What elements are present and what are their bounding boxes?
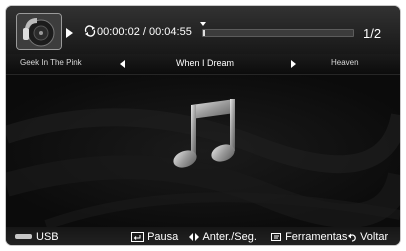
status-bar: USB Pausa Anter./Seg. Ferramentas Voltar (6, 227, 400, 245)
playback-bar: 00:00:02 / 00:04:55 1/2 (6, 6, 400, 54)
prev-next-label: Anter./Seg. (202, 231, 257, 243)
tools-icon (271, 233, 281, 242)
artwork-area (6, 75, 400, 227)
previous-track[interactable]: Geek In The Pink (20, 58, 82, 68)
previous-arrow-icon[interactable] (120, 60, 125, 68)
album-art-icon (16, 13, 62, 50)
back-hint[interactable]: Voltar (348, 228, 388, 245)
left-right-icon (189, 233, 199, 242)
repeat-icon[interactable] (84, 24, 96, 38)
current-track: When I Dream (176, 58, 235, 68)
back-label: Voltar (360, 231, 389, 243)
elapsed-time: 00:00:02 (97, 26, 140, 38)
file-counter: 1/2 (363, 26, 382, 41)
next-track[interactable]: Heaven (331, 58, 359, 68)
pause-label: Pausa (147, 231, 179, 243)
time-display: 00:00:02 / 00:04:55 (97, 25, 192, 39)
track-navigator: Geek In The Pink When I Dream Heaven (6, 54, 400, 75)
source-label: USB (36, 231, 59, 243)
pause-hint[interactable]: Pausa (131, 228, 178, 245)
tools-hint[interactable]: Ferramentas (271, 228, 347, 245)
return-icon (348, 233, 356, 242)
prev-next-hint[interactable]: Anter./Seg. (188, 228, 257, 245)
enter-icon (131, 232, 144, 243)
total-duration: 00:04:55 (149, 26, 192, 38)
progress-marker (200, 22, 206, 26)
music-note-icon (173, 99, 235, 168)
time-separator: / (142, 26, 146, 38)
next-arrow-icon[interactable] (291, 60, 296, 68)
tools-label: Ferramentas (285, 231, 348, 243)
media-player-window: 00:00:02 / 00:04:55 1/2 Geek In The Pink… (6, 6, 400, 245)
progress-bar[interactable] (202, 29, 354, 37)
usb-icon (15, 234, 32, 239)
play-icon[interactable] (66, 28, 73, 38)
progress-fill (203, 30, 205, 36)
